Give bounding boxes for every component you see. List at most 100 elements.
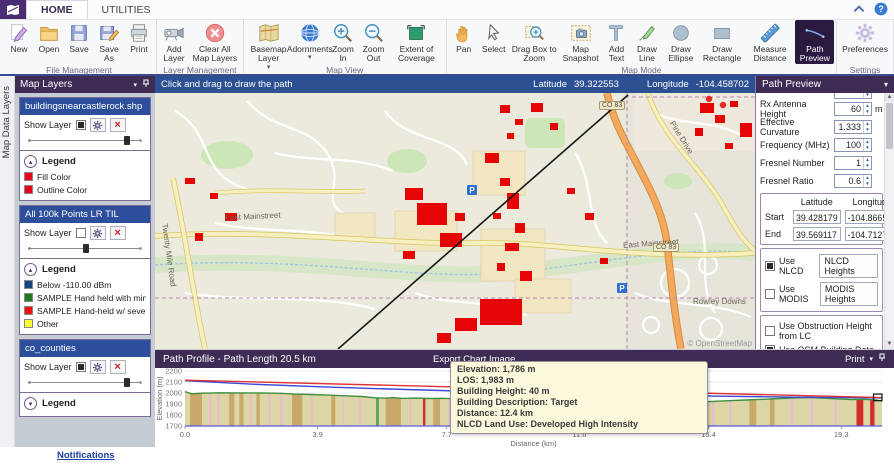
clear-layers-icon bbox=[204, 22, 226, 44]
adornments-button[interactable]: Adornments ▾ bbox=[287, 20, 333, 64]
map-hint-text: Click and drag to draw the path bbox=[161, 79, 293, 90]
printer-icon bbox=[128, 22, 150, 44]
svg-text:0.0: 0.0 bbox=[180, 430, 190, 439]
legend-item: SAMPLE Hand-held w/ severe body los bbox=[24, 304, 146, 317]
latitude-value: 39.322553 bbox=[573, 79, 619, 90]
spinner-icon[interactable]: ▲ ▼ bbox=[863, 175, 871, 187]
remove-layer-button[interactable]: × bbox=[109, 118, 126, 132]
print-button[interactable]: Print bbox=[124, 20, 154, 64]
group-settings: Preferences Settings bbox=[837, 20, 894, 75]
map-canvas[interactable]: East Mainstreet East Mainstreet Pine Dri… bbox=[155, 93, 755, 349]
svg-text:2000: 2000 bbox=[165, 389, 182, 398]
add-layer-button[interactable]: Add Layer bbox=[159, 20, 189, 64]
legend-swatch bbox=[24, 319, 33, 328]
draw-line-button[interactable]: Draw Line bbox=[631, 20, 662, 64]
layer-opacity-slider[interactable] bbox=[28, 376, 142, 389]
tab-home[interactable]: HOME bbox=[26, 0, 88, 19]
modis-heights-button[interactable]: MODIS Heights bbox=[819, 282, 878, 306]
pan-button[interactable]: Pan bbox=[449, 20, 479, 64]
chevron-down-icon[interactable]: ▾ bbox=[133, 81, 137, 89]
clear-all-map-layers-button[interactable]: Clear All Map Layers bbox=[189, 20, 241, 64]
pin-icon[interactable] bbox=[878, 353, 886, 365]
collapse-ribbon-icon[interactable] bbox=[852, 2, 866, 16]
path-preview-panel: Path Preview ▾ ▲ ▼ ▲▼ Rx Antenna Height … bbox=[755, 76, 894, 349]
spinner-icon[interactable]: ▲ ▼ bbox=[863, 103, 871, 115]
group-layer-management: Add Layer Clear All Map Layers Layer Man… bbox=[157, 20, 244, 75]
longitude-value: -104.458702 bbox=[695, 79, 749, 90]
legend-expand-button[interactable]: ▾ bbox=[24, 397, 37, 410]
use-nlcd-checkbox[interactable] bbox=[765, 261, 775, 271]
remove-layer-button[interactable]: × bbox=[109, 360, 126, 374]
legend-swatch bbox=[24, 280, 33, 289]
notifications-tab[interactable]: Notifications bbox=[57, 450, 115, 461]
end-latitude-input[interactable]: 39.569117 bbox=[793, 227, 841, 241]
spinner-icon[interactable]: ▲ ▼ bbox=[863, 157, 871, 169]
draw-rectangle-button[interactable]: Draw Rectangle bbox=[699, 20, 744, 64]
new-button[interactable]: New bbox=[4, 20, 34, 64]
map-snapshot-button[interactable]: Map Snapshot bbox=[560, 20, 602, 64]
show-layer-checkbox[interactable] bbox=[75, 228, 86, 238]
basemap-layer-button[interactable]: Basemap Layer ▾ bbox=[246, 20, 292, 71]
legend-collapse-button[interactable]: ▴ bbox=[24, 263, 37, 276]
ribbon: HOME UTILITIES ? New Open Save Save As P… bbox=[0, 0, 894, 76]
path-preview-button[interactable]: Path Preview bbox=[795, 20, 835, 64]
show-layer-checkbox[interactable] bbox=[75, 362, 86, 372]
preview-scrollbar[interactable]: ▲ ▼ bbox=[884, 93, 894, 349]
legend-title: Legend bbox=[42, 156, 76, 167]
layer-settings-button[interactable] bbox=[89, 360, 106, 374]
frequency-input[interactable]: 100 ▲ ▼ bbox=[834, 138, 872, 152]
map-layers-panel: Map Layers ▾ buildingsnearcastlerock.shp… bbox=[15, 76, 155, 447]
chevron-down-icon[interactable]: ▾ bbox=[884, 80, 888, 89]
map-data-layers-tab[interactable]: Map Data Layers bbox=[0, 80, 13, 164]
layer-opacity-slider[interactable] bbox=[28, 134, 142, 147]
show-layer-label: Show Layer bbox=[24, 362, 72, 372]
select-button[interactable]: Select bbox=[479, 20, 509, 64]
app-icon[interactable] bbox=[0, 0, 26, 19]
tab-utilities[interactable]: UTILITIES bbox=[88, 0, 165, 19]
legend-item: SAMPLE Hand held with minimal body bbox=[24, 291, 146, 304]
print-button[interactable]: Print bbox=[845, 354, 865, 365]
frequency-field: Frequency (MHz) 100 ▲ ▼ bbox=[760, 136, 883, 154]
nlcd-heights-button[interactable]: NLCD Heights bbox=[819, 254, 878, 278]
layer-name[interactable]: co_counties bbox=[20, 340, 150, 357]
start-latitude-input[interactable]: 39.428179 bbox=[793, 210, 841, 224]
latitude-column-header: Latitude bbox=[800, 197, 833, 207]
help-icon[interactable]: ? bbox=[874, 2, 888, 16]
dock-strip: Map Data Layers bbox=[0, 76, 15, 447]
draw-ellipse-button[interactable]: Draw Ellipse bbox=[662, 20, 699, 64]
save-as-button[interactable]: Save As bbox=[94, 20, 124, 64]
chevron-down-icon[interactable]: ▾ bbox=[869, 355, 873, 363]
ribbon-content: New Open Save Save As Print File Managem… bbox=[0, 20, 894, 75]
remove-layer-button[interactable]: × bbox=[109, 226, 126, 240]
open-button[interactable]: Open bbox=[34, 20, 64, 64]
measure-distance-button[interactable]: Measure Distance bbox=[745, 20, 796, 64]
effective-curvature-input[interactable]: 1.333 ▲ ▼ bbox=[834, 120, 872, 134]
add-text-button[interactable]: Add Text bbox=[601, 20, 631, 64]
fresnel-ratio-input[interactable]: 0.6 ▲ ▼ bbox=[834, 174, 872, 188]
scroll-up-icon[interactable]: ▲ bbox=[885, 93, 894, 102]
fresnel-number-input[interactable]: 1 ▲ ▼ bbox=[834, 156, 872, 170]
layer-settings-button[interactable] bbox=[89, 118, 106, 132]
layer-name[interactable]: buildingsnearcastlerock.shp bbox=[20, 98, 150, 115]
legend-item: Fill Color bbox=[24, 170, 146, 183]
preferences-button[interactable]: Preferences bbox=[839, 20, 891, 64]
layer-settings-button[interactable] bbox=[89, 226, 106, 240]
save-button[interactable]: Save bbox=[64, 20, 94, 64]
spinner-icon[interactable]: ▲ ▼ bbox=[863, 121, 871, 133]
scroll-down-icon[interactable]: ▼ bbox=[885, 340, 894, 349]
ribbon-tab-row: HOME UTILITIES bbox=[0, 0, 894, 20]
pin-icon[interactable] bbox=[142, 79, 150, 91]
rx-antenna-height-input[interactable]: 60 ▲ ▼ bbox=[834, 102, 872, 116]
zoom-in-button[interactable]: Zoom In bbox=[328, 20, 358, 64]
drag-box-to-zoom-button[interactable]: Drag Box to Zoom bbox=[509, 20, 560, 64]
extent-of-coverage-button[interactable]: Extent of Coverage bbox=[389, 20, 444, 64]
coordinates-box: Latitude Longitude Start 39.428179 -104.… bbox=[760, 193, 894, 245]
legend-collapse-button[interactable]: ▴ bbox=[24, 155, 37, 168]
zoom-out-button[interactable]: Zoom Out bbox=[358, 20, 389, 64]
show-layer-checkbox[interactable] bbox=[75, 120, 86, 130]
use-obstruction-checkbox[interactable] bbox=[765, 326, 775, 336]
spinner-icon[interactable]: ▲ ▼ bbox=[863, 139, 871, 151]
use-modis-checkbox[interactable] bbox=[765, 289, 775, 299]
layer-name[interactable]: All 100k Points LR TIL bbox=[20, 206, 150, 223]
layer-opacity-slider[interactable] bbox=[28, 242, 142, 255]
